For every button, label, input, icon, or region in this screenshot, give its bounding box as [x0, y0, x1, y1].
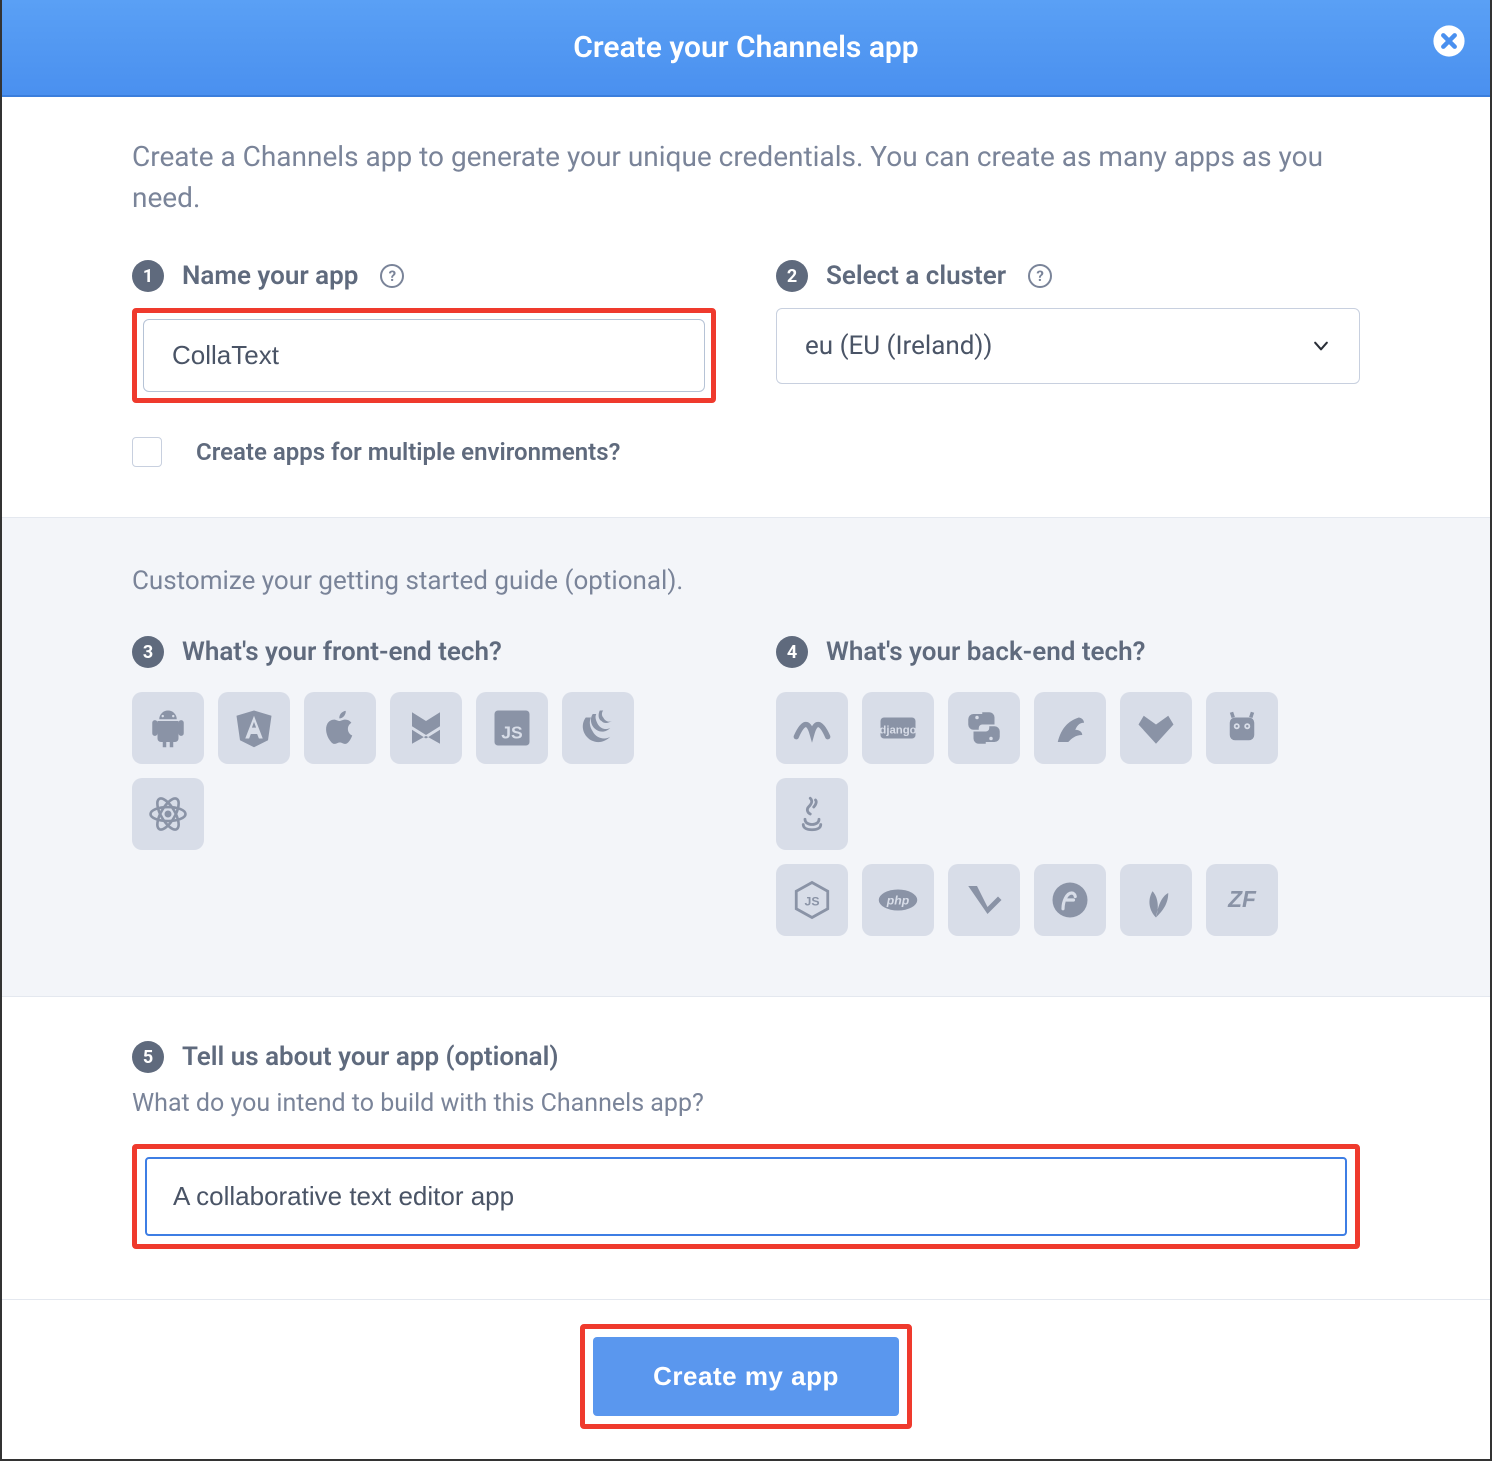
- step-1-text: Name your app: [182, 261, 358, 291]
- create-app-modal: Create your Channels app Create a Channe…: [0, 0, 1492, 1461]
- tech-dragon[interactable]: [1034, 692, 1106, 764]
- step-3-text: What's your front-end tech?: [182, 637, 502, 667]
- modal-header: Create your Channels app: [2, 0, 1490, 97]
- create-button-highlight: Create my app: [580, 1324, 912, 1429]
- step-4-label: 4 What's your back-end tech?: [776, 636, 1360, 668]
- cluster-block: 2 Select a cluster ? eu (EU (Ireland)): [776, 260, 1360, 467]
- dragon-icon: [1049, 707, 1091, 749]
- close-button[interactable]: [1432, 24, 1466, 58]
- tech-apple[interactable]: [304, 692, 376, 764]
- step-2-text: Select a cluster: [826, 261, 1006, 291]
- nodejs-icon: JS: [791, 879, 833, 921]
- tech-java[interactable]: [776, 778, 848, 850]
- app-name-highlight: [132, 308, 716, 403]
- step-1-label: 1 Name your app ?: [132, 260, 716, 292]
- frontend-block: 3 What's your front-end tech? JS: [132, 636, 716, 936]
- svg-text:django: django: [879, 724, 916, 736]
- step-1-num: 1: [132, 260, 164, 292]
- intro-text: Create a Channels app to generate your u…: [132, 137, 1360, 218]
- svg-text:JS: JS: [805, 894, 820, 908]
- backend-block: 4 What's your back-end tech? django JS p…: [776, 636, 1360, 936]
- backbone-icon: [405, 707, 447, 749]
- step-3-label: 3 What's your front-end tech?: [132, 636, 716, 668]
- backend-tech-row1: django: [776, 692, 1360, 850]
- modal-title: Create your Channels app: [42, 30, 1450, 65]
- tech-python[interactable]: [948, 692, 1020, 764]
- help-icon[interactable]: ?: [380, 264, 404, 288]
- tech-django[interactable]: django: [862, 692, 934, 764]
- tech-jquery[interactable]: [562, 692, 634, 764]
- step-5-label: 5 Tell us about your app (optional): [132, 1041, 1360, 1073]
- tech-go[interactable]: [1206, 692, 1278, 764]
- about-input[interactable]: [145, 1157, 1347, 1236]
- php-icon: php: [877, 879, 919, 921]
- step-3-num: 3: [132, 636, 164, 668]
- dotnet-icon: [791, 707, 833, 749]
- tech-javascript[interactable]: JS: [476, 692, 548, 764]
- tech-android[interactable]: [132, 692, 204, 764]
- step-4-text: What's your back-end tech?: [826, 637, 1145, 667]
- tech-react[interactable]: [132, 778, 204, 850]
- multi-env-row: Create apps for multiple environments?: [132, 437, 716, 467]
- angular-icon: [233, 707, 275, 749]
- section-tech: Customize your getting started guide (op…: [2, 517, 1490, 997]
- symfony-icon: [1049, 879, 1091, 921]
- javascript-icon: JS: [491, 707, 533, 749]
- step-2-label: 2 Select a cluster ?: [776, 260, 1360, 292]
- zend-icon: ZF: [1221, 879, 1263, 921]
- go-icon: [1221, 707, 1263, 749]
- step-5-text: Tell us about your app (optional): [182, 1042, 558, 1072]
- multi-env-label: Create apps for multiple environments?: [196, 438, 620, 466]
- react-icon: [147, 793, 189, 835]
- tech-laravel[interactable]: [948, 864, 1020, 936]
- tech-symfony[interactable]: [1034, 864, 1106, 936]
- step-4-num: 4: [776, 636, 808, 668]
- modal-footer: Create my app: [2, 1299, 1490, 1459]
- close-icon: [1432, 24, 1466, 58]
- app-name-input[interactable]: [143, 319, 705, 392]
- tech-php[interactable]: php: [862, 864, 934, 936]
- section-about: 5 Tell us about your app (optional) What…: [2, 997, 1490, 1299]
- jquery-icon: [577, 707, 619, 749]
- svg-text:JS: JS: [501, 723, 522, 743]
- chevron-down-icon: [1311, 336, 1331, 356]
- java-icon: [791, 793, 833, 835]
- cluster-selected-value: eu (EU (Ireland)): [805, 331, 992, 361]
- tech-ruby[interactable]: [1120, 692, 1192, 764]
- apple-icon: [319, 707, 361, 749]
- svg-text:php: php: [886, 894, 910, 908]
- multi-env-checkbox[interactable]: [132, 437, 162, 467]
- step-5-num: 5: [132, 1041, 164, 1073]
- frontend-tech-row: JS: [132, 692, 716, 850]
- tech-yii[interactable]: [1120, 864, 1192, 936]
- name-app-block: 1 Name your app ? Create apps for multip…: [132, 260, 716, 467]
- tech-zend[interactable]: ZF: [1206, 864, 1278, 936]
- laravel-icon: [963, 879, 1005, 921]
- svg-text:ZF: ZF: [1227, 886, 1257, 912]
- customize-text: Customize your getting started guide (op…: [132, 566, 1360, 596]
- step-2-num: 2: [776, 260, 808, 292]
- cluster-select[interactable]: eu (EU (Ireland)): [776, 308, 1360, 384]
- yii-icon: [1135, 879, 1177, 921]
- about-highlight: [132, 1144, 1360, 1249]
- tech-dotnet[interactable]: [776, 692, 848, 764]
- django-icon: django: [877, 707, 919, 749]
- tech-backbone[interactable]: [390, 692, 462, 764]
- tech-angular[interactable]: [218, 692, 290, 764]
- section-basics: Create a Channels app to generate your u…: [2, 97, 1490, 517]
- create-app-button[interactable]: Create my app: [593, 1337, 899, 1416]
- backend-tech-row2: JS php ZF: [776, 864, 1360, 936]
- ruby-icon: [1135, 707, 1177, 749]
- help-icon[interactable]: ?: [1028, 264, 1052, 288]
- python-icon: [963, 707, 1005, 749]
- android-icon: [147, 707, 189, 749]
- about-question: What do you intend to build with this Ch…: [132, 1089, 1360, 1118]
- tech-nodejs[interactable]: JS: [776, 864, 848, 936]
